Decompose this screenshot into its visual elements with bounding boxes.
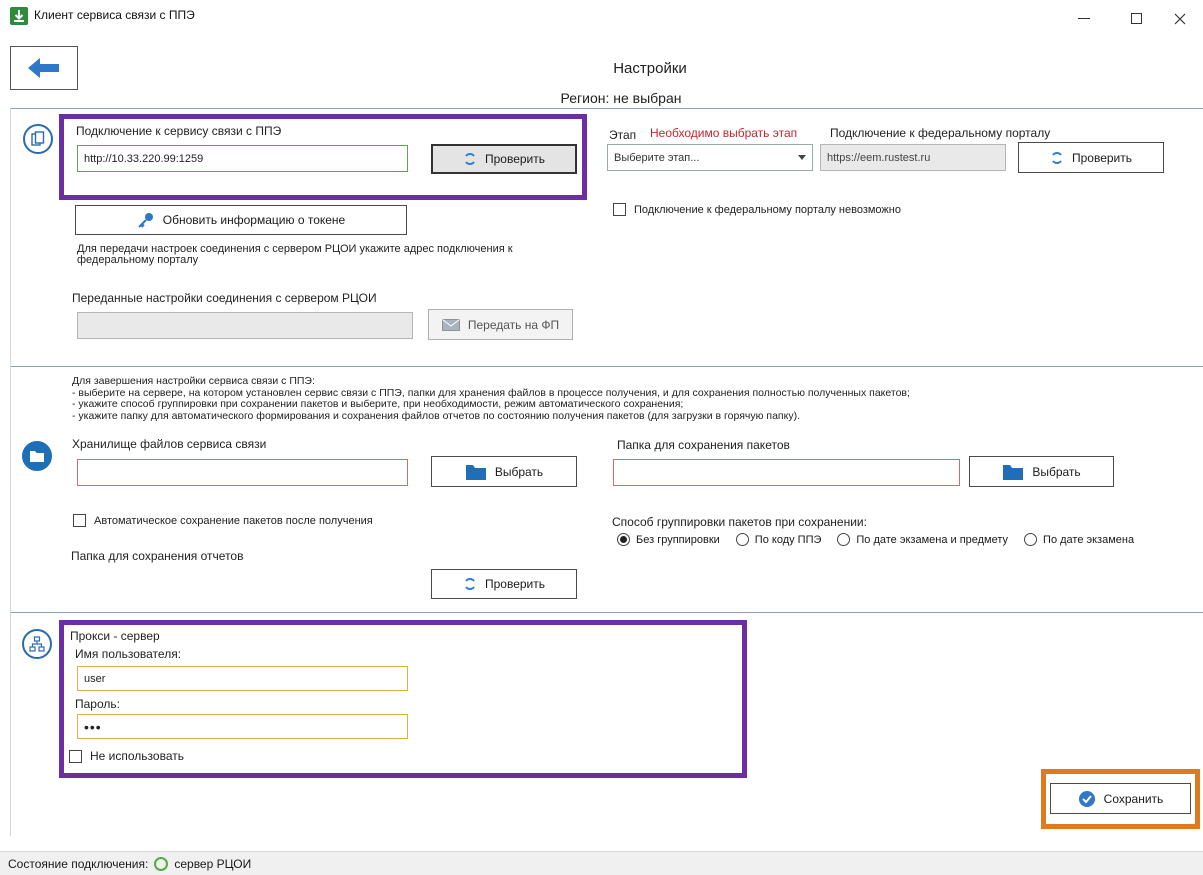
chevron-down-icon [798, 154, 806, 160]
proxy-title: Прокси - сервер [70, 629, 160, 643]
network-icon [22, 629, 52, 659]
stage-select-value: Выберите этап... [614, 151, 700, 164]
check-connection-button[interactable]: Проверить [431, 144, 577, 174]
proxy-password-label: Пароль: [75, 697, 120, 711]
check-reports-label: Проверить [484, 577, 545, 591]
federal-unavailable-label: Подключение к федеральному порталу невоз… [634, 203, 901, 216]
instruction-line: Для завершения настройки сервиса связи с… [72, 375, 315, 387]
page-title: Настройки [613, 60, 687, 77]
check-federal-label: Проверить [1071, 150, 1132, 165]
auto-save-checkbox[interactable] [73, 514, 86, 527]
check-federal-button[interactable]: Проверить [1018, 142, 1164, 173]
save-button[interactable]: Сохранить [1050, 783, 1191, 814]
window-title: Клиент сервиса связи с ППЭ [34, 8, 195, 22]
folder-icon [1003, 464, 1024, 480]
grouping-radio[interactable] [735, 533, 749, 546]
connection-label: Подключение к сервису связи с ППЭ [76, 124, 282, 138]
storage-instructions: Для завершения настройки сервиса связи с… [72, 375, 1182, 422]
proxy-not-use-checkbox[interactable] [69, 749, 82, 763]
storage-path-input[interactable] [77, 459, 408, 486]
close-button[interactable] [1157, 6, 1203, 32]
proxy-user-label: Имя пользователя: [75, 647, 182, 661]
service-url-input[interactable]: http://10.33.220.99:1259 [77, 145, 408, 172]
grouping-radio-group: Без группировки По коду ППЭ По дате экза… [617, 533, 1134, 546]
app-download-icon [10, 7, 28, 25]
grouping-radio[interactable] [617, 533, 630, 546]
refresh-token-button[interactable]: Обновить информацию о токене [75, 205, 407, 235]
transfer-hint: Для передачи настроек соединения с серве… [77, 243, 513, 266]
grouping-option-label: По дате экзамена [1043, 533, 1135, 546]
federal-portal-label: Подключение к федеральному порталу [830, 126, 1051, 140]
maximize-icon [1131, 13, 1142, 24]
refresh-icon [1052, 151, 1062, 164]
stage-warning: Необходимо выбрать этап [650, 126, 798, 140]
status-indicator-icon [154, 856, 169, 871]
folder-icon [22, 441, 52, 471]
divider [10, 612, 1203, 613]
proxy-not-use-label: Не использовать [90, 749, 184, 763]
grouping-radio[interactable] [1024, 533, 1038, 546]
auto-save-label: Автоматическое сохранение пакетов после … [94, 514, 373, 527]
instruction-line: - укажите способ группировки при сохране… [72, 398, 684, 410]
choose-packages-button[interactable]: Выбрать [969, 456, 1114, 487]
maximize-button[interactable] [1114, 6, 1160, 32]
minimize-button[interactable] [1061, 6, 1107, 32]
divider [10, 108, 1203, 109]
grouping-option-ppe-code[interactable]: По коду ППЭ [735, 533, 822, 546]
left-border [10, 108, 11, 836]
key-icon [138, 213, 153, 228]
federal-unavailable-row[interactable]: Подключение к федеральному порталу невоз… [613, 203, 901, 216]
divider [10, 366, 1203, 367]
grouping-option-none[interactable]: Без группировки [617, 533, 720, 546]
check-connection-label: Проверить [484, 152, 545, 166]
proxy-user-input[interactable]: user [77, 666, 408, 691]
grouping-option-label: По дате экзамена и предмету [856, 533, 1009, 546]
stage-select[interactable]: Выберите этап... [607, 144, 813, 171]
choose-storage-label: Выбрать [494, 464, 544, 479]
save-label: Сохранить [1103, 791, 1164, 806]
folder-icon [465, 464, 486, 480]
proxy-not-use-row[interactable]: Не использовать [69, 749, 184, 763]
send-to-fp-button[interactable]: Передать на ФП [428, 309, 573, 340]
grouping-label: Способ группировки пакетов при сохранени… [612, 515, 867, 529]
auto-save-row[interactable]: Автоматическое сохранение пакетов после … [73, 514, 373, 527]
status-label: Состояние подключения: [8, 856, 149, 871]
refresh-icon [465, 578, 475, 590]
grouping-option-date-subject[interactable]: По дате экзамена и предмету [837, 533, 1008, 546]
refresh-icon [465, 153, 475, 165]
check-reports-button[interactable]: Проверить [431, 569, 577, 599]
refresh-token-label: Обновить информацию о токене [162, 213, 346, 227]
reports-folder-label: Папка для сохранения отчетов [71, 549, 244, 563]
grouping-option-date[interactable]: По дате экзамена [1024, 533, 1134, 546]
envelope-icon [441, 318, 460, 331]
transferred-settings-field [77, 312, 413, 339]
choose-packages-label: Выбрать [1032, 464, 1081, 479]
instruction-line: - укажите папку для автоматического форм… [72, 409, 800, 422]
grouping-option-label: Без группировки [636, 533, 720, 546]
packages-folder-label: Папка для сохранения пакетов [617, 438, 790, 452]
minimize-icon [1078, 18, 1090, 19]
grouping-radio[interactable] [837, 533, 851, 546]
transferred-settings-label: Переданные настройки соединения с сервер… [72, 291, 377, 305]
packages-path-input[interactable] [613, 459, 960, 486]
proxy-password-input[interactable]: ••• [77, 714, 408, 739]
grouping-option-label: По коду ППЭ [754, 533, 822, 546]
choose-storage-button[interactable]: Выбрать [431, 456, 577, 487]
send-to-fp-label: Передать на ФП [467, 317, 560, 332]
status-server: сервер РЦОИ [174, 856, 252, 871]
close-icon [1174, 13, 1186, 25]
federal-unavailable-checkbox[interactable] [613, 203, 626, 216]
region-label: Регион: не выбран [560, 90, 682, 106]
checkmark-icon [1078, 790, 1095, 807]
copy-documents-icon [23, 124, 53, 154]
federal-portal-url-field[interactable]: https://eem.rustest.ru [820, 144, 1006, 171]
stage-label: Этап [609, 128, 637, 142]
status-bar: Состояние подключения: сервер РЦОИ [0, 851, 1203, 875]
storage-label: Хранилище файлов сервиса связи [72, 437, 267, 451]
